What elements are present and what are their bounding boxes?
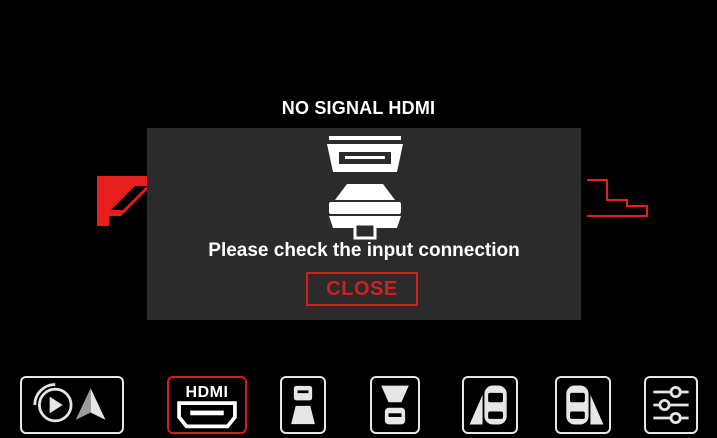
- close-button[interactable]: CLOSE: [306, 272, 418, 306]
- dock-rear-camera-button[interactable]: [370, 376, 420, 434]
- dock-settings-button[interactable]: [644, 376, 698, 434]
- background-graphic-right: [587, 179, 648, 217]
- front-camera-view-icon: [291, 385, 315, 425]
- dock-left-camera-button[interactable]: [462, 376, 518, 434]
- right-camera-view-icon: [566, 385, 604, 425]
- hdmi-connector-icon: [327, 136, 403, 240]
- dialog-message: Please check the input connection: [208, 240, 520, 261]
- no-signal-dialog: Please check the input connection CLOSE: [147, 128, 581, 320]
- no-signal-title: NO SIGNAL HDMI: [281, 98, 436, 118]
- left-camera-view-icon: [469, 385, 507, 425]
- hdmi-port-icon: [177, 401, 237, 429]
- dock-hdmi-button[interactable]: HDMI: [167, 376, 247, 434]
- dock-front-camera-button[interactable]: [280, 376, 326, 434]
- carplay-android-icon: [33, 383, 106, 423]
- rear-camera-view-icon: [381, 385, 409, 425]
- dock-carplay-android-button[interactable]: [20, 376, 124, 434]
- bottom-dock: HDMI: [0, 372, 717, 438]
- settings-sliders-icon: [653, 386, 689, 424]
- dock-right-camera-button[interactable]: [555, 376, 611, 434]
